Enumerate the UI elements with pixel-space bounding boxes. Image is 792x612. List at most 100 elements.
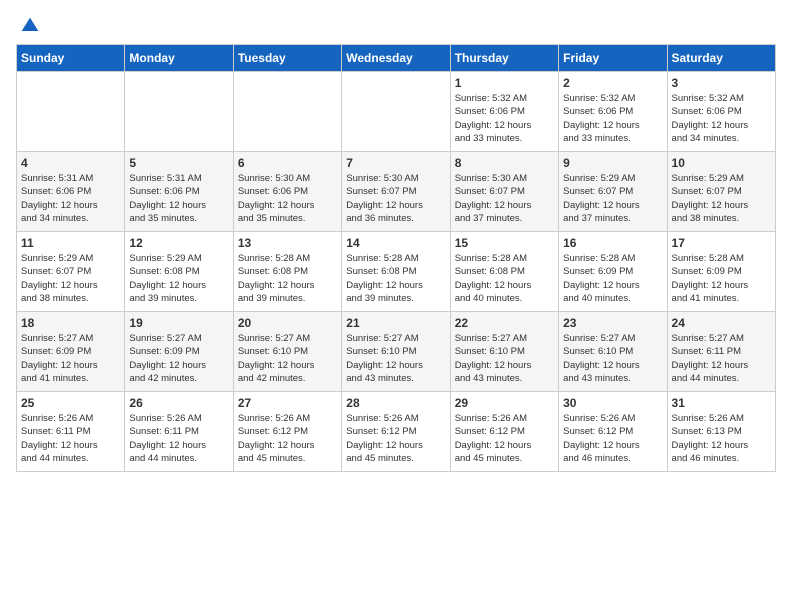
day-info: Sunrise: 5:28 AM Sunset: 6:08 PM Dayligh… — [346, 252, 445, 305]
day-number: 17 — [672, 236, 771, 250]
day-info: Sunrise: 5:26 AM Sunset: 6:11 PM Dayligh… — [129, 412, 228, 465]
day-info: Sunrise: 5:30 AM Sunset: 6:07 PM Dayligh… — [346, 172, 445, 225]
day-info: Sunrise: 5:27 AM Sunset: 6:11 PM Dayligh… — [672, 332, 771, 385]
day-info: Sunrise: 5:26 AM Sunset: 6:11 PM Dayligh… — [21, 412, 120, 465]
day-info: Sunrise: 5:28 AM Sunset: 6:08 PM Dayligh… — [238, 252, 337, 305]
calendar-cell: 27Sunrise: 5:26 AM Sunset: 6:12 PM Dayli… — [233, 392, 341, 472]
calendar-cell: 8 Sunrise: 5:30 AM Sunset: 6:07 PM Daylig… — [450, 152, 558, 232]
calendar-cell: 23 Sunrise: 5:27 AM Sunset: 6:10 PM Dayli… — [559, 312, 667, 392]
day-number: 25 — [21, 396, 120, 410]
day-info: Sunrise: 5:26 AM Sunset: 6:12 PM Dayligh… — [238, 412, 337, 465]
day-info: Sunrise: 5:29 AM Sunset: 6:07 PM Dayligh… — [563, 172, 662, 225]
day-number: 26 — [129, 396, 228, 410]
day-number: 18 — [21, 316, 120, 330]
calendar-cell: 17 Sunrise: 5:28 AM Sunset: 6:09 PM Dayli… — [667, 232, 775, 312]
calendar-cell: 24 Sunrise: 5:27 AM Sunset: 6:11 PM Dayli… — [667, 312, 775, 392]
day-number: 4 — [21, 156, 120, 170]
day-number: 28 — [346, 396, 445, 410]
calendar-cell: 3Sunrise: 5:32 AM Sunset: 6:06 PM Daylig… — [667, 72, 775, 152]
calendar-cell: 15 Sunrise: 5:28 AM Sunset: 6:08 PM Dayli… — [450, 232, 558, 312]
calendar-cell: 1Sunrise: 5:32 AM Sunset: 6:06 PM Daylig… — [450, 72, 558, 152]
day-number: 6 — [238, 156, 337, 170]
calendar-week-row: 18 Sunrise: 5:27 AM Sunset: 6:09 PM Dayli… — [17, 312, 776, 392]
day-number: 15 — [455, 236, 554, 250]
calendar-cell — [125, 72, 233, 152]
calendar-cell: 22 Sunrise: 5:27 AM Sunset: 6:10 PM Dayli… — [450, 312, 558, 392]
calendar-cell: 9 Sunrise: 5:29 AM Sunset: 6:07 PM Daylig… — [559, 152, 667, 232]
day-number: 14 — [346, 236, 445, 250]
weekday-header-sunday: Sunday — [17, 45, 125, 72]
calendar-cell: 30 Sunrise: 5:26 AM Sunset: 6:12 PM Dayli… — [559, 392, 667, 472]
calendar-cell — [342, 72, 450, 152]
day-number: 31 — [672, 396, 771, 410]
day-number: 29 — [455, 396, 554, 410]
page-header — [16, 16, 776, 36]
calendar-cell: 13Sunrise: 5:28 AM Sunset: 6:08 PM Dayli… — [233, 232, 341, 312]
calendar-cell: 4Sunrise: 5:31 AM Sunset: 6:06 PM Daylig… — [17, 152, 125, 232]
day-info: Sunrise: 5:28 AM Sunset: 6:09 PM Dayligh… — [672, 252, 771, 305]
calendar-cell: 11 Sunrise: 5:29 AM Sunset: 6:07 PM Dayli… — [17, 232, 125, 312]
calendar-week-row: 25 Sunrise: 5:26 AM Sunset: 6:11 PM Dayli… — [17, 392, 776, 472]
weekday-header-thursday: Thursday — [450, 45, 558, 72]
day-info: Sunrise: 5:27 AM Sunset: 6:09 PM Dayligh… — [21, 332, 120, 385]
weekday-header-row: SundayMondayTuesdayWednesdayThursdayFrid… — [17, 45, 776, 72]
day-info: Sunrise: 5:26 AM Sunset: 6:12 PM Dayligh… — [455, 412, 554, 465]
logo — [16, 16, 40, 36]
weekday-header-friday: Friday — [559, 45, 667, 72]
day-number: 23 — [563, 316, 662, 330]
calendar-week-row: 4 Sunrise: 5:31 AM Sunset: 6:06 PM Daylig… — [17, 152, 776, 232]
calendar-cell: 5Sunrise: 5:31 AM Sunset: 6:06 PM Daylig… — [125, 152, 233, 232]
day-number: 12 — [129, 236, 228, 250]
day-number: 24 — [672, 316, 771, 330]
day-number: 3 — [672, 76, 771, 90]
day-info: Sunrise: 5:29 AM Sunset: 6:07 PM Dayligh… — [21, 252, 120, 305]
calendar-table: SundayMondayTuesdayWednesdayThursdayFrid… — [16, 44, 776, 472]
day-info: Sunrise: 5:26 AM Sunset: 6:12 PM Dayligh… — [346, 412, 445, 465]
calendar-cell: 18 Sunrise: 5:27 AM Sunset: 6:09 PM Dayli… — [17, 312, 125, 392]
day-number: 22 — [455, 316, 554, 330]
day-info: Sunrise: 5:28 AM Sunset: 6:09 PM Dayligh… — [563, 252, 662, 305]
calendar-cell: 25 Sunrise: 5:26 AM Sunset: 6:11 PM Dayli… — [17, 392, 125, 472]
day-info: Sunrise: 5:26 AM Sunset: 6:12 PM Dayligh… — [563, 412, 662, 465]
day-info: Sunrise: 5:27 AM Sunset: 6:10 PM Dayligh… — [346, 332, 445, 385]
calendar-cell: 2 Sunrise: 5:32 AM Sunset: 6:06 PM Daylig… — [559, 72, 667, 152]
calendar-cell: 10Sunrise: 5:29 AM Sunset: 6:07 PM Dayli… — [667, 152, 775, 232]
day-info: Sunrise: 5:30 AM Sunset: 6:06 PM Dayligh… — [238, 172, 337, 225]
day-number: 30 — [563, 396, 662, 410]
day-info: Sunrise: 5:30 AM Sunset: 6:07 PM Dayligh… — [455, 172, 554, 225]
day-number: 11 — [21, 236, 120, 250]
calendar-cell — [233, 72, 341, 152]
day-info: Sunrise: 5:29 AM Sunset: 6:08 PM Dayligh… — [129, 252, 228, 305]
day-number: 1 — [455, 76, 554, 90]
day-info: Sunrise: 5:28 AM Sunset: 6:08 PM Dayligh… — [455, 252, 554, 305]
day-number: 2 — [563, 76, 662, 90]
day-info: Sunrise: 5:32 AM Sunset: 6:06 PM Dayligh… — [563, 92, 662, 145]
weekday-header-tuesday: Tuesday — [233, 45, 341, 72]
calendar-cell: 16Sunrise: 5:28 AM Sunset: 6:09 PM Dayli… — [559, 232, 667, 312]
weekday-header-saturday: Saturday — [667, 45, 775, 72]
day-number: 10 — [672, 156, 771, 170]
day-number: 8 — [455, 156, 554, 170]
logo-icon — [20, 16, 40, 36]
calendar-cell: 6 Sunrise: 5:30 AM Sunset: 6:06 PM Daylig… — [233, 152, 341, 232]
calendar-cell: 28 Sunrise: 5:26 AM Sunset: 6:12 PM Dayli… — [342, 392, 450, 472]
calendar-cell: 7 Sunrise: 5:30 AM Sunset: 6:07 PM Daylig… — [342, 152, 450, 232]
day-info: Sunrise: 5:27 AM Sunset: 6:10 PM Dayligh… — [455, 332, 554, 385]
calendar-week-row: 11 Sunrise: 5:29 AM Sunset: 6:07 PM Dayli… — [17, 232, 776, 312]
calendar-cell: 21Sunrise: 5:27 AM Sunset: 6:10 PM Dayli… — [342, 312, 450, 392]
calendar-cell: 26 Sunrise: 5:26 AM Sunset: 6:11 PM Dayli… — [125, 392, 233, 472]
calendar-cell — [17, 72, 125, 152]
day-number: 9 — [563, 156, 662, 170]
calendar-cell: 12 Sunrise: 5:29 AM Sunset: 6:08 PM Dayli… — [125, 232, 233, 312]
calendar-cell: 14 Sunrise: 5:28 AM Sunset: 6:08 PM Dayli… — [342, 232, 450, 312]
weekday-header-monday: Monday — [125, 45, 233, 72]
calendar-cell: 29 Sunrise: 5:26 AM Sunset: 6:12 PM Dayli… — [450, 392, 558, 472]
calendar-cell: 31Sunrise: 5:26 AM Sunset: 6:13 PM Dayli… — [667, 392, 775, 472]
calendar-week-row: 1 Sunrise: 5:32 AM Sunset: 6:06 PM Daylig… — [17, 72, 776, 152]
day-number: 19 — [129, 316, 228, 330]
day-info: Sunrise: 5:27 AM Sunset: 6:10 PM Dayligh… — [563, 332, 662, 385]
day-number: 7 — [346, 156, 445, 170]
day-info: Sunrise: 5:31 AM Sunset: 6:06 PM Dayligh… — [129, 172, 228, 225]
calendar-cell: 20Sunrise: 5:27 AM Sunset: 6:10 PM Dayli… — [233, 312, 341, 392]
day-info: Sunrise: 5:27 AM Sunset: 6:09 PM Dayligh… — [129, 332, 228, 385]
